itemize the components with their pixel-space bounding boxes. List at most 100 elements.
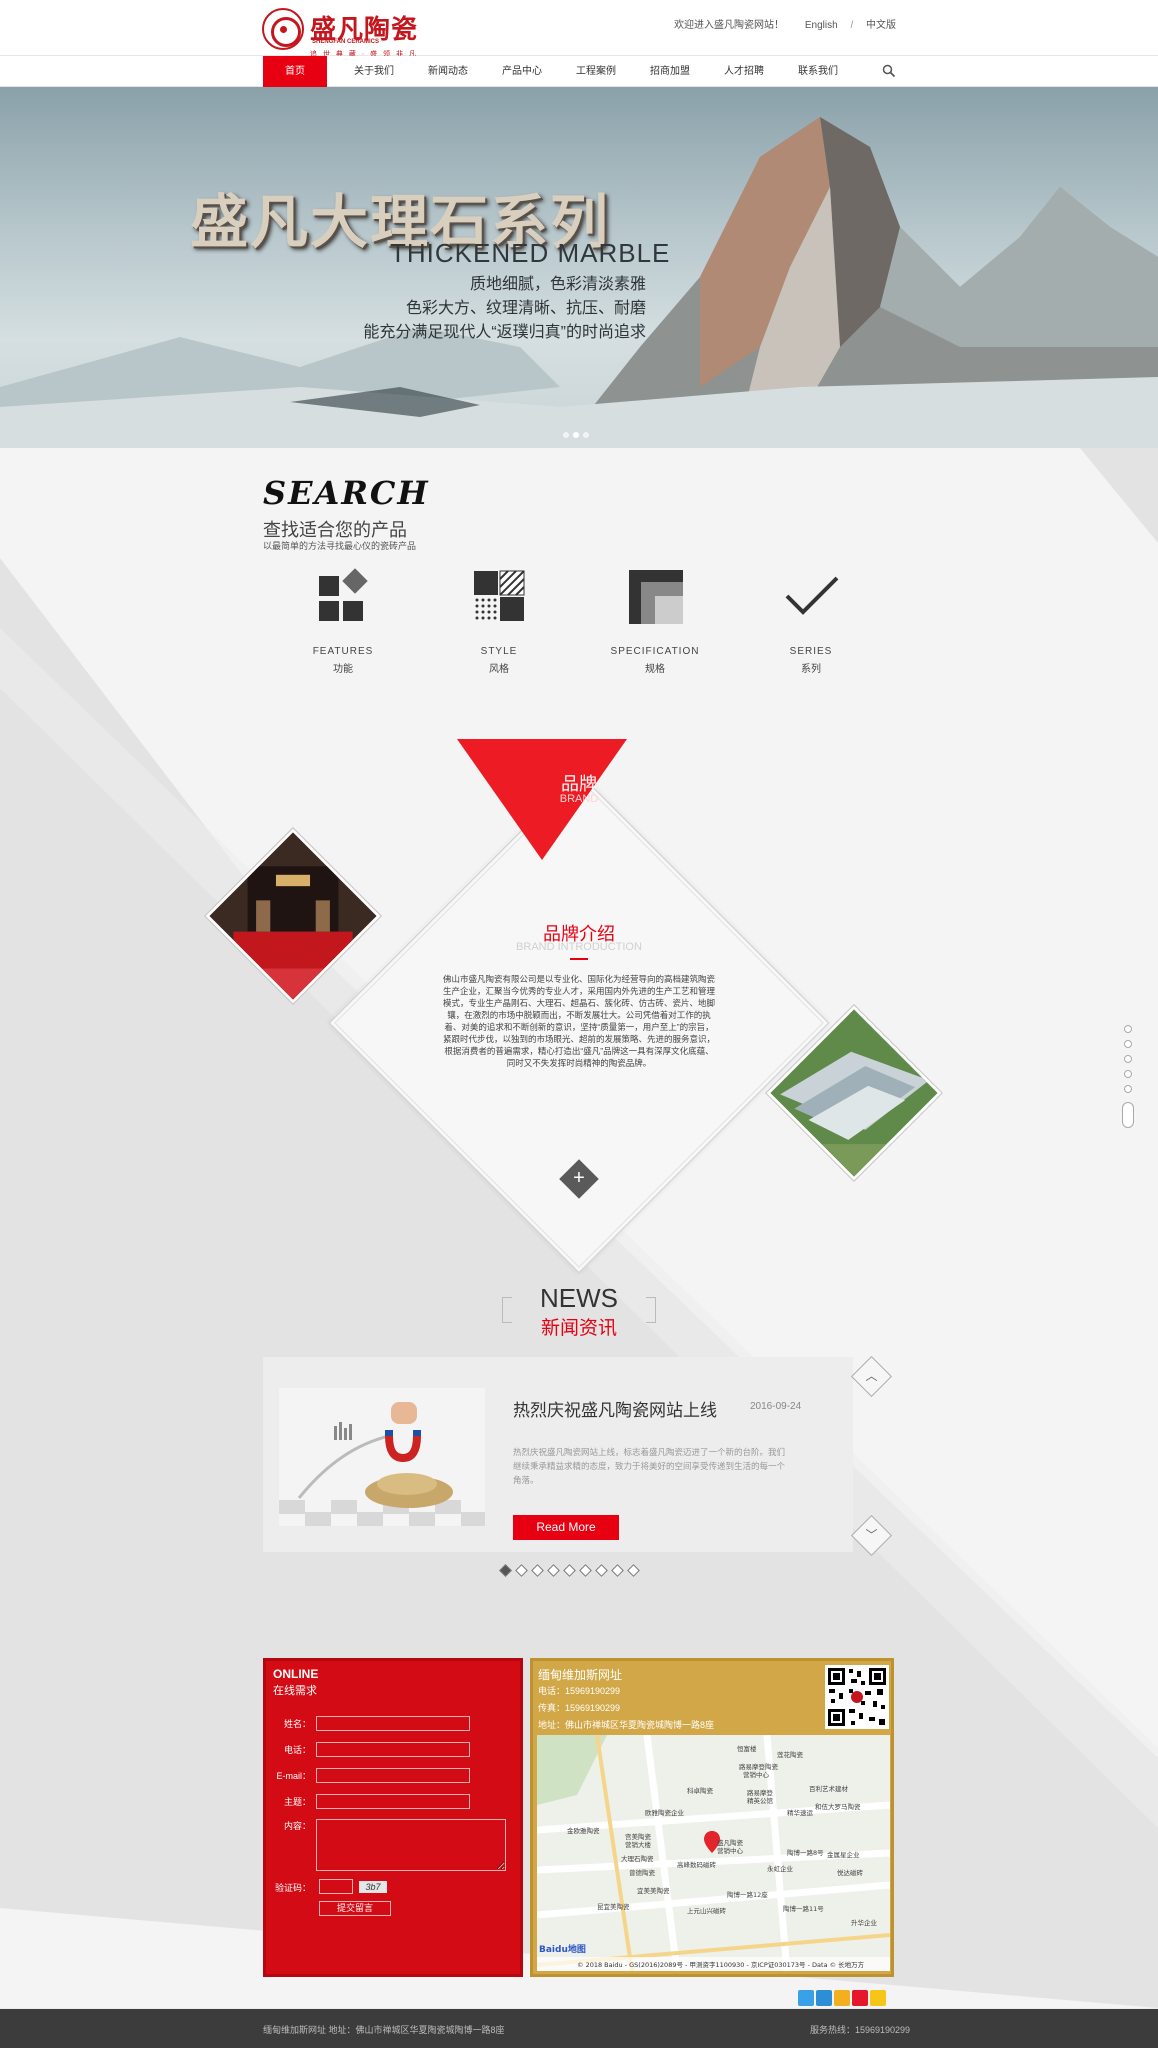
share-bar bbox=[798, 1990, 886, 2006]
news-page-dot[interactable] bbox=[547, 1564, 560, 1577]
share-plus-icon[interactable] bbox=[798, 1990, 814, 2006]
favorite-icon[interactable] bbox=[870, 1990, 886, 2006]
nav-item-5[interactable]: 招商加盟 bbox=[633, 56, 707, 87]
logo-en: SHENGFAN CERAMICS bbox=[312, 39, 380, 45]
captcha-input[interactable] bbox=[319, 1879, 353, 1894]
svg-text:金属星企业: 金属星企业 bbox=[827, 1850, 860, 1859]
nav-item-3[interactable]: 产品中心 bbox=[485, 56, 559, 87]
svg-text:悦达磁砖: 悦达磁砖 bbox=[837, 1868, 864, 1877]
news-page-dot[interactable] bbox=[531, 1564, 544, 1577]
banner-line-1: 质地细腻，色彩清淡素雅 bbox=[469, 276, 646, 293]
welcome-text: 欢迎进入盛凡陶瓷网站！ bbox=[674, 20, 785, 31]
nav-item-6[interactable]: 人才招聘 bbox=[707, 56, 781, 87]
qr-code-icon[interactable] bbox=[825, 1665, 889, 1729]
email-input[interactable] bbox=[316, 1768, 470, 1783]
svg-text:精华速运: 精华速运 bbox=[787, 1808, 814, 1817]
banner-line-2: 色彩大方、纹理清晰、抗压、耐磨 bbox=[405, 300, 646, 317]
news-page-dot[interactable] bbox=[611, 1564, 624, 1577]
svg-text:和伍大罗马陶瓷: 和伍大罗马陶瓷 bbox=[815, 1802, 861, 1811]
captcha-label: 验证码： bbox=[274, 1883, 311, 1893]
search-icon[interactable] bbox=[882, 64, 896, 78]
weibo-icon[interactable] bbox=[852, 1990, 868, 2006]
scroll-mouse-icon[interactable] bbox=[1122, 1102, 1134, 1128]
news-image[interactable] bbox=[279, 1388, 485, 1526]
captcha-image[interactable]: 3b7 bbox=[359, 1881, 387, 1893]
brand-intro-text: 佛山市盛凡陶瓷有限公司是以专业化、国际化为经营导向的高档建筑陶瓷生产企业，汇聚当… bbox=[442, 974, 715, 1068]
banner-pagination bbox=[563, 432, 589, 438]
news-page-dot[interactable] bbox=[499, 1564, 512, 1577]
name-input[interactable] bbox=[316, 1716, 470, 1731]
email-label: E-mail： bbox=[276, 1771, 311, 1781]
banner-dot[interactable] bbox=[563, 432, 569, 438]
name-label: 姓名： bbox=[283, 1719, 311, 1729]
side-nav-dot[interactable] bbox=[1124, 1040, 1132, 1048]
logo[interactable]: 盛凡陶瓷 SHENGFAN CERAMICS 追 世 典 藏 · 盛 领 非 凡 bbox=[262, 8, 422, 58]
side-nav-dot[interactable] bbox=[1124, 1070, 1132, 1078]
nav-item-7[interactable]: 联系我们 bbox=[781, 56, 855, 87]
svg-text:营销大楼: 营销大楼 bbox=[625, 1840, 652, 1849]
chevron-down-icon[interactable]: ﹀ bbox=[857, 1521, 886, 1550]
qq-icon[interactable] bbox=[816, 1990, 832, 2006]
svg-text:路易摩登: 路易摩登 bbox=[747, 1788, 774, 1797]
news-page-dot[interactable] bbox=[595, 1564, 608, 1577]
footer-hotline: 服务热线：15969190299 bbox=[810, 2025, 911, 2035]
svg-text:陶博一路11号: 陶博一路11号 bbox=[783, 1904, 824, 1913]
read-more-button[interactable]: Read More bbox=[513, 1515, 619, 1540]
svg-text:宜美美陶瓷: 宜美美陶瓷 bbox=[637, 1886, 670, 1895]
search-series-cn: 系列 bbox=[801, 664, 821, 675]
banner-dot[interactable] bbox=[573, 432, 579, 438]
svg-text:曾德陶瓷: 曾德陶瓷 bbox=[629, 1868, 656, 1877]
brand-title-en: BRAND INTRODUCTION bbox=[516, 941, 642, 953]
search-style-en: STYLE bbox=[480, 646, 518, 657]
qzone-icon[interactable] bbox=[834, 1990, 850, 2006]
nav-item-0[interactable]: 首页 bbox=[263, 56, 327, 87]
content-textarea[interactable] bbox=[316, 1819, 506, 1871]
chevron-up-icon[interactable]: ︿ bbox=[857, 1362, 886, 1391]
lang-chinese-link[interactable]: 中文版 bbox=[866, 20, 896, 31]
search-description: 以最简单的方法寻找最心仪的瓷砖产品 bbox=[263, 541, 417, 551]
svg-text:昆宜美陶瓷: 昆宜美陶瓷 bbox=[597, 1902, 630, 1911]
nav-item-1[interactable]: 关于我们 bbox=[337, 56, 411, 87]
search-series[interactable]: SERIES 系列 bbox=[763, 566, 859, 675]
phone-input[interactable] bbox=[316, 1742, 470, 1757]
search-features[interactable]: FEATURES 功能 bbox=[295, 566, 391, 675]
search-specification[interactable]: SPECIFICATION 规格 bbox=[607, 566, 703, 675]
company-info: 缅甸维加斯网址 电话：15969190299 传真：15969190299 地址… bbox=[530, 1658, 894, 1977]
side-nav-dot[interactable] bbox=[1124, 1025, 1132, 1033]
side-nav-dot[interactable] bbox=[1124, 1055, 1132, 1063]
company-name: 缅甸维加斯网址 bbox=[538, 1668, 623, 1682]
svg-text:精英公馆: 精英公馆 bbox=[747, 1796, 774, 1805]
lang-english-link[interactable]: English bbox=[805, 20, 838, 31]
news-page-dot[interactable] bbox=[627, 1564, 640, 1577]
form-row-subject: 主题： bbox=[266, 1794, 470, 1809]
news-page-dot[interactable] bbox=[563, 1564, 576, 1577]
svg-text:科卓陶瓷: 科卓陶瓷 bbox=[687, 1786, 714, 1795]
search-specification-cn: 规格 bbox=[645, 664, 665, 675]
hero-banner: 盛凡大理石系列 THICKENED MARBLE 质地细腻，色彩清淡素雅 色彩大… bbox=[0, 87, 1158, 448]
map-image: 恒富楼 路易摩登陶瓷营销中心 科卓陶瓷 路易摩登精英公馆 莲花陶瓷 百利艺术建材… bbox=[537, 1735, 890, 1971]
news-item-title[interactable]: 热烈庆祝盛凡陶瓷网站上线 bbox=[513, 1396, 717, 1421]
banner-dot[interactable] bbox=[583, 432, 589, 438]
news-page-dot[interactable] bbox=[579, 1564, 592, 1577]
svg-text:陶博一路12座: 陶博一路12座 bbox=[727, 1890, 768, 1899]
side-navigation bbox=[1122, 1025, 1134, 1128]
side-nav-dot[interactable] bbox=[1124, 1085, 1132, 1093]
plus-icon[interactable]: + bbox=[565, 1165, 593, 1193]
nav-item-2[interactable]: 新闻动态 bbox=[411, 56, 485, 87]
subject-input[interactable] bbox=[316, 1794, 470, 1809]
svg-text:营销中心: 营销中心 bbox=[717, 1846, 744, 1855]
news-item-summary: 热烈庆祝盛凡陶瓷网站上线，标志着盛凡陶瓷迈进了一个新的台阶。我们继续秉承精益求精… bbox=[513, 1447, 786, 1485]
phone-label: 电话： bbox=[283, 1745, 311, 1755]
location-map[interactable]: 恒富楼 路易摩登陶瓷 营销中心 科卓陶瓷 路易摩登 精英公馆 莲花陶瓷 百利艺术建材… bbox=[537, 1735, 890, 1971]
specification-icon bbox=[629, 570, 683, 624]
company-phone: 电话：15969190299 bbox=[538, 1686, 621, 1696]
news-page-dot[interactable] bbox=[515, 1564, 528, 1577]
lang-separator: / bbox=[850, 20, 854, 31]
search-style[interactable]: STYLE 风格 bbox=[451, 566, 547, 675]
svg-text:盛凡陶瓷: 盛凡陶瓷 bbox=[717, 1838, 744, 1847]
banner-subtitle: THICKENED MARBLE bbox=[390, 238, 671, 268]
submit-button[interactable]: 提交留言 bbox=[319, 1901, 391, 1916]
news-title-en: NEWS bbox=[540, 1283, 618, 1313]
nav-item-4[interactable]: 工程案例 bbox=[559, 56, 633, 87]
form-row-name: 姓名： bbox=[266, 1716, 470, 1731]
